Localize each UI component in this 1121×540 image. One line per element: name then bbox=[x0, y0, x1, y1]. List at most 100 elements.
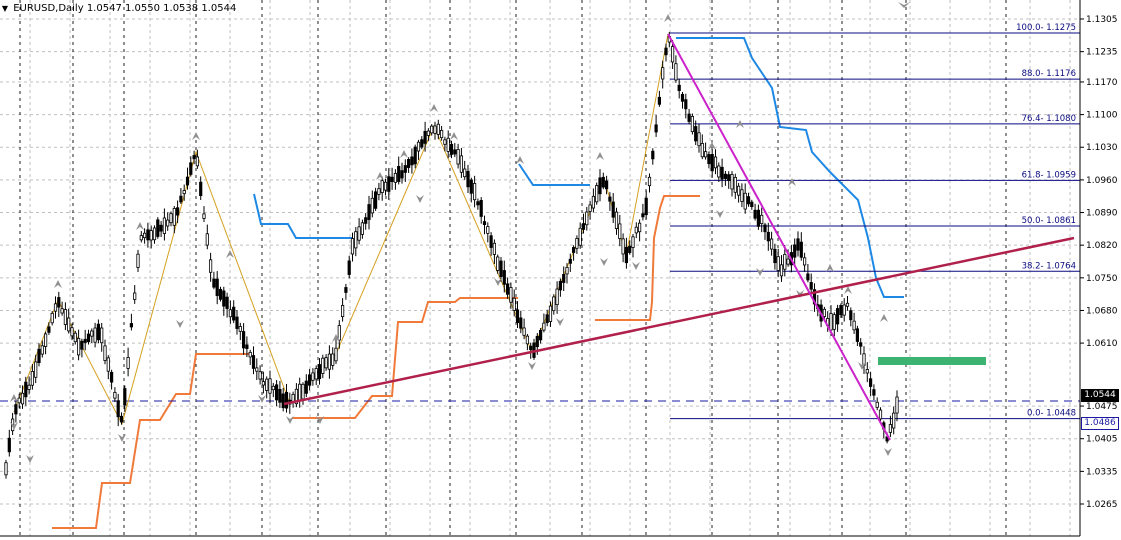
candle-bear bbox=[624, 246, 629, 264]
candle-bull bbox=[704, 151, 708, 158]
candle-bull bbox=[350, 238, 355, 255]
candle-bear bbox=[869, 378, 873, 387]
downtrend-line bbox=[667, 33, 891, 441]
candle-bull bbox=[578, 227, 582, 246]
fractal-down-arrow-icon bbox=[494, 278, 502, 286]
candle-bull bbox=[588, 204, 592, 212]
candle-bull bbox=[100, 327, 104, 344]
candle-bear bbox=[449, 143, 454, 155]
fractal-up-arrow-icon bbox=[192, 132, 200, 140]
target-zone[interactable] bbox=[878, 357, 986, 365]
candle-bull bbox=[512, 297, 516, 311]
fractal-down-arrow-icon bbox=[528, 362, 536, 370]
blue-stop-line bbox=[518, 163, 590, 186]
candle-bull bbox=[433, 125, 437, 134]
candle-bear bbox=[7, 437, 11, 453]
candle-bear bbox=[225, 296, 229, 309]
candle-bear bbox=[644, 197, 648, 216]
candle-bull bbox=[27, 384, 31, 390]
price-tick-label: 1.0890 bbox=[1086, 209, 1118, 219]
candle-bull bbox=[228, 309, 232, 318]
candle-bull bbox=[324, 357, 328, 369]
candle-bull bbox=[63, 309, 67, 325]
candle-bull bbox=[700, 143, 704, 158]
fibonacci-retracement[interactable]: 100.0- 1.1275 88.0- 1.1176 76.4- 1.1080 61.… bbox=[670, 23, 1080, 420]
candle-bull bbox=[829, 313, 833, 331]
candle-bull bbox=[139, 235, 143, 241]
candle-bull bbox=[73, 332, 77, 343]
candle-bull bbox=[740, 189, 744, 202]
candle-bear bbox=[756, 209, 761, 227]
candle-bear bbox=[129, 323, 133, 328]
candle-bear bbox=[189, 162, 193, 175]
candle-bear bbox=[568, 258, 572, 264]
candle-bull bbox=[77, 337, 81, 356]
candle-bear bbox=[80, 340, 84, 350]
candle-bear bbox=[367, 204, 371, 220]
candle-bear bbox=[694, 126, 698, 142]
candle-bear bbox=[535, 335, 539, 348]
candle-bull bbox=[865, 369, 869, 374]
candle-bear bbox=[344, 287, 348, 293]
fractal-down-arrow-icon bbox=[258, 395, 266, 403]
candle-bull bbox=[152, 227, 157, 241]
candle-bear bbox=[96, 323, 100, 341]
candle-bull bbox=[591, 195, 596, 209]
candle-bull bbox=[354, 231, 358, 249]
candle-bull bbox=[875, 401, 879, 408]
candle-bear bbox=[766, 231, 770, 242]
candle-bear bbox=[529, 345, 533, 351]
candle-bull bbox=[548, 305, 553, 322]
fractal-up-arrow-icon bbox=[596, 152, 604, 160]
candle-bear bbox=[710, 154, 714, 172]
price-tick-label: 1.0680 bbox=[1086, 306, 1118, 316]
candle-bull bbox=[370, 197, 374, 214]
candle-bull bbox=[208, 259, 213, 273]
candle-bull bbox=[456, 149, 460, 165]
fractal-up-arrow-icon bbox=[54, 280, 62, 288]
candle-bear bbox=[47, 326, 51, 333]
candle-bull bbox=[509, 287, 513, 303]
candle-bull bbox=[430, 125, 434, 134]
grid bbox=[0, 0, 1080, 536]
candle-bear bbox=[799, 241, 803, 258]
price-tick-label: 1.0405 bbox=[1086, 435, 1118, 445]
candle-bull bbox=[133, 292, 137, 300]
candle-bull bbox=[888, 424, 893, 433]
candle-bear bbox=[469, 179, 473, 194]
candle-bear bbox=[750, 201, 754, 208]
candle-bull bbox=[182, 190, 186, 195]
candle-bull bbox=[647, 176, 652, 187]
blue-stop-line bbox=[253, 193, 352, 239]
candle-bull bbox=[314, 368, 318, 380]
candle-bull bbox=[776, 256, 780, 271]
candle-bear bbox=[753, 209, 757, 219]
price-tick-label: 1.0750 bbox=[1086, 274, 1118, 284]
candle-bull bbox=[743, 192, 747, 210]
candle-bear bbox=[641, 213, 645, 218]
candle-bull bbox=[661, 67, 665, 80]
candle-bear bbox=[317, 364, 322, 380]
current-price-tag: 1.0544 bbox=[1081, 389, 1119, 402]
candle-bull bbox=[565, 266, 569, 275]
zigzag-indicator bbox=[13, 33, 669, 426]
fractal-up-arrow-icon bbox=[430, 104, 438, 112]
candle-bull bbox=[50, 312, 54, 324]
candle-bull bbox=[4, 462, 8, 476]
candle-bear bbox=[400, 170, 404, 179]
fib-level-label: 61.8- 1.0959 bbox=[1022, 170, 1076, 180]
candle-bear bbox=[413, 146, 417, 165]
fib-level-label: 100.0- 1.1275 bbox=[1016, 23, 1076, 33]
candle-bull bbox=[268, 378, 272, 394]
collapse-arrow-icon[interactable]: ▼ bbox=[0, 2, 10, 16]
fractal-down-arrow-icon bbox=[884, 448, 892, 456]
candle-bull bbox=[436, 123, 440, 135]
candle-bull bbox=[53, 303, 58, 312]
candle-bull bbox=[542, 322, 546, 331]
candle-bear bbox=[373, 191, 378, 209]
candle-bear bbox=[796, 238, 800, 251]
chart-window[interactable]: 100.0- 1.1275 88.0- 1.1176 76.4- 1.1080 61.… bbox=[0, 0, 1121, 540]
candle-bull bbox=[298, 383, 302, 402]
price-chart[interactable]: 100.0- 1.1275 88.0- 1.1176 76.4- 1.1080 61.… bbox=[0, 0, 1121, 540]
candle-bull bbox=[380, 180, 384, 193]
